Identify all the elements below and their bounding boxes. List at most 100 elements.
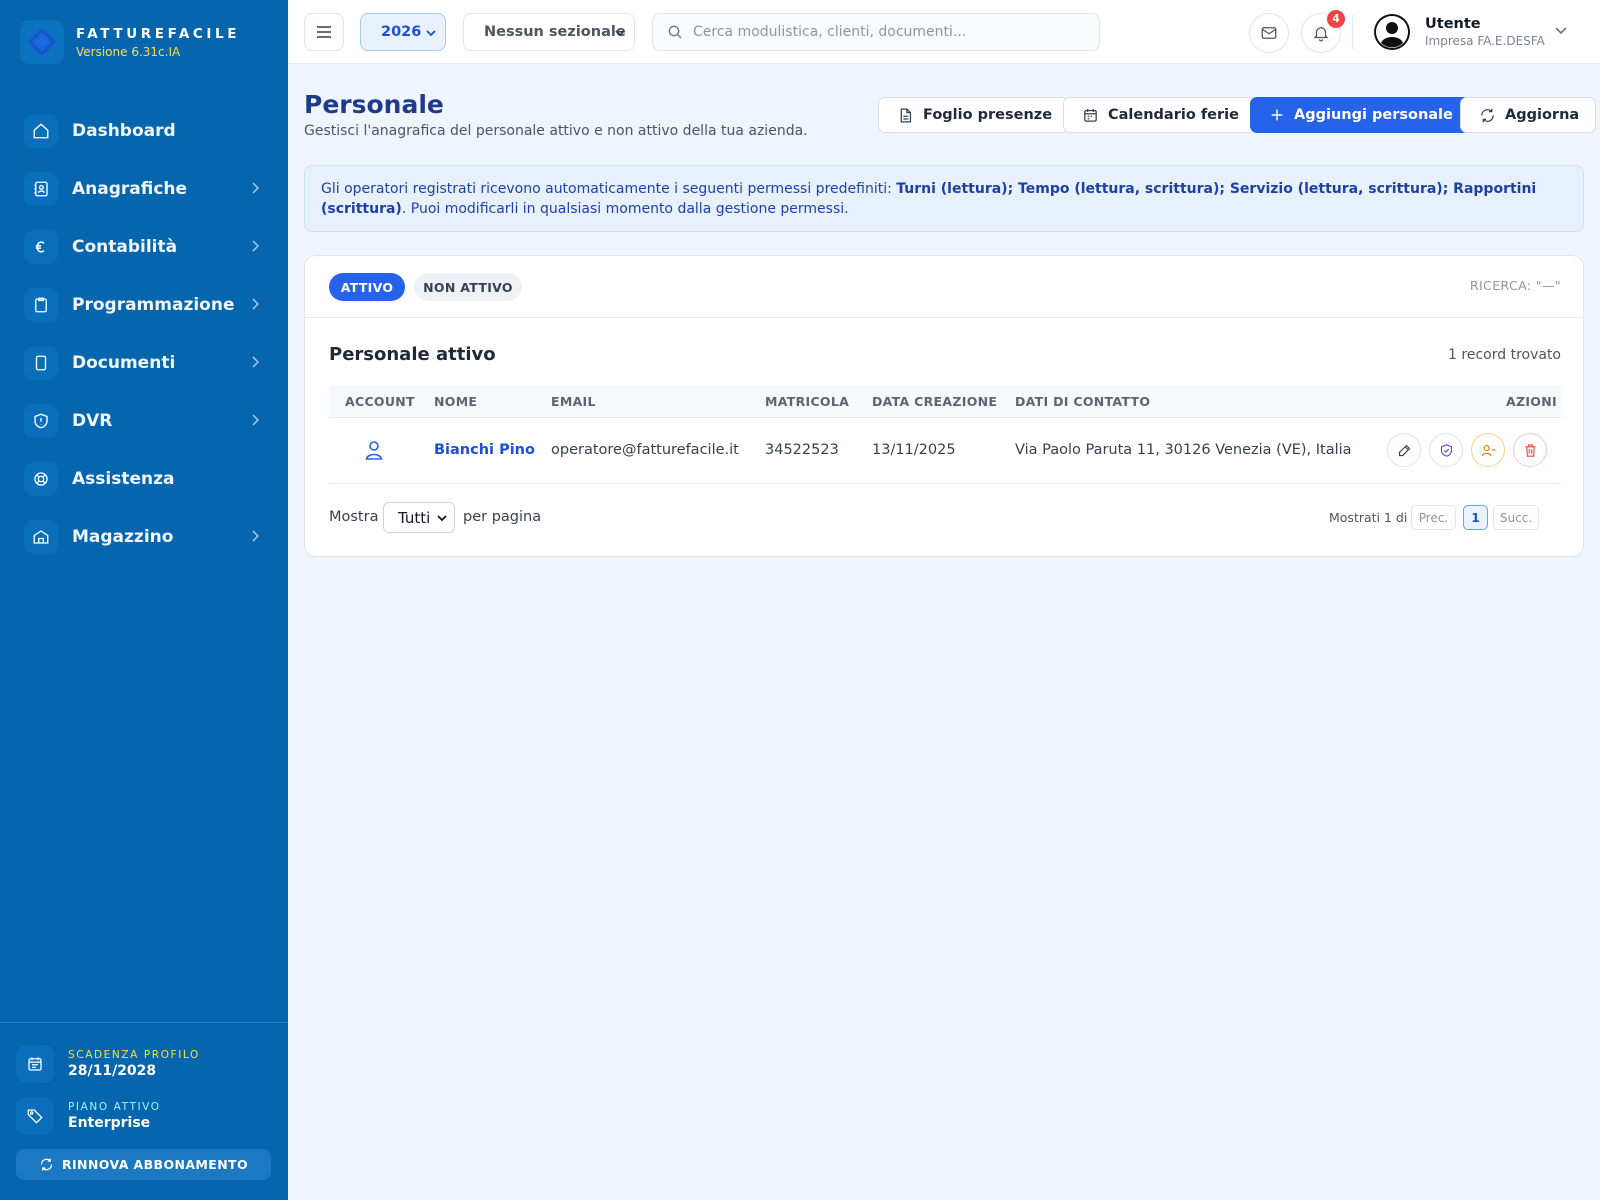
chevron-right-icon — [252, 414, 260, 426]
attendance-sheet-button[interactable]: Foglio presenze — [878, 97, 1070, 133]
permissions-info-banner: Gli operatori registrati ricevono automa… — [304, 165, 1584, 232]
menu-toggle-button[interactable] — [304, 13, 344, 51]
per-page-select[interactable]: Tutti — [383, 502, 455, 533]
topbar: 2026 Nessun sezionale 4 Utente Impresa F… — [288, 0, 1600, 64]
shield-alert-icon — [24, 404, 58, 438]
year-select[interactable]: 2026 — [360, 13, 446, 51]
personnel-name-link[interactable]: Bianchi Pino — [434, 442, 535, 458]
personnel-email: operatore@fatturefacile.it — [551, 442, 739, 458]
card-header: ATTIVO NON ATTIVO RICERCA: "—" — [305, 256, 1583, 318]
refresh-button[interactable]: Aggiorna — [1460, 97, 1597, 133]
table-header: ACCOUNT NOME EMAIL MATRICOLA DATA CREAZI… — [329, 385, 1561, 418]
user-company: Impresa FA.E.DESFA — [1425, 34, 1545, 48]
shield-check-icon — [1440, 443, 1452, 457]
search-input[interactable] — [693, 24, 1073, 40]
tag-icon — [16, 1097, 54, 1135]
prev-page-button[interactable]: Prec. — [1411, 505, 1456, 530]
record-count: 1 record trovato — [1448, 347, 1561, 363]
sidebar-item-label: Programmazione — [72, 295, 235, 315]
column-account: ACCOUNT — [345, 394, 415, 409]
user-account-icon[interactable] — [365, 440, 383, 460]
plan-value: Enterprise — [68, 1115, 151, 1131]
sidebar-item-label: Dashboard — [72, 121, 176, 141]
deactivate-user-button[interactable] — [1471, 433, 1505, 467]
sidebar-item-dashboard[interactable]: Dashboard — [24, 102, 264, 160]
tab-inactive[interactable]: NON ATTIVO — [414, 273, 522, 301]
chevron-down-icon — [426, 30, 436, 37]
renew-label: RINNOVA ABBONAMENTO — [61, 1157, 249, 1172]
search-icon — [668, 25, 682, 39]
bell-icon — [1313, 27, 1329, 42]
lifebuoy-icon — [24, 462, 58, 496]
calendar-icon — [1084, 108, 1097, 122]
personnel-card: ATTIVO NON ATTIVO RICERCA: "—" Personale… — [304, 255, 1584, 557]
chevron-right-icon — [252, 356, 260, 368]
sidebar-item-assistenza[interactable]: Assistenza — [24, 450, 264, 508]
column-dati-contatto: DATI DI CONTATTO — [1015, 394, 1151, 409]
avatar — [1373, 13, 1411, 51]
page-1-button[interactable]: 1 — [1463, 505, 1488, 530]
sidebar-item-documenti[interactable]: Documenti — [24, 334, 264, 392]
mail-icon — [1261, 27, 1277, 39]
user-avatar-icon — [1374, 14, 1410, 50]
column-nome: NOME — [434, 394, 478, 409]
delete-button[interactable] — [1513, 433, 1547, 467]
chevron-right-icon — [252, 298, 260, 310]
brand-version: Versione 6.31c.IA — [76, 44, 181, 59]
expiry-value: 28/11/2028 — [68, 1063, 157, 1079]
add-personnel-label: Aggiungi personale — [1294, 107, 1453, 123]
brand-logo-icon — [20, 20, 64, 64]
messages-button[interactable] — [1249, 13, 1289, 53]
next-page-button[interactable]: Succ. — [1493, 505, 1539, 530]
column-email: EMAIL — [551, 394, 596, 409]
notifications-button[interactable]: 4 — [1301, 10, 1345, 53]
year-value: 2026 — [381, 24, 422, 40]
plan-label: PIANO ATTIVO — [68, 1101, 161, 1113]
show-label: Mostra — [329, 509, 379, 525]
edit-button[interactable] — [1387, 433, 1421, 467]
sezionale-select[interactable]: Nessun sezionale — [463, 13, 635, 51]
sidebar-item-label: DVR — [72, 411, 113, 431]
calendar-icon — [16, 1045, 54, 1083]
clipboard-icon — [24, 288, 58, 322]
sidebar-item-dvr[interactable]: DVR — [24, 392, 264, 450]
brand-name: FATTUREFACILE — [76, 25, 241, 42]
sidebar-footer-divider — [0, 1022, 288, 1023]
refresh-icon — [40, 1158, 53, 1171]
sidebar-item-label: Anagrafiche — [72, 179, 188, 199]
sidebar-item-label: Contabilità — [72, 237, 178, 257]
holiday-calendar-button[interactable]: Calendario ferie — [1063, 97, 1256, 133]
active-plan: PIANO ATTIVO Enterprise — [16, 1097, 161, 1135]
brand[interactable]: FATTUREFACILE Versione 6.31c.IA — [20, 20, 240, 64]
warehouse-icon — [24, 520, 58, 554]
per-page-value: Tutti — [398, 508, 431, 527]
profile-expiry: SCADENZA PROFILO 28/11/2028 — [16, 1045, 200, 1083]
user-menu[interactable]: Utente Impresa FA.E.DESFA — [1373, 13, 1545, 51]
user-minus-icon — [1481, 444, 1495, 456]
personnel-contact: Via Paolo Paruta 11, 30126 Venezia (VE),… — [1015, 442, 1352, 458]
permissions-button[interactable] — [1429, 433, 1463, 467]
chevron-down-icon[interactable] — [1554, 26, 1568, 36]
sidebar-item-contabilita[interactable]: Contabilità — [24, 218, 264, 276]
topbar-divider — [1352, 15, 1353, 49]
global-search[interactable] — [652, 13, 1100, 51]
plus-icon — [1271, 109, 1283, 121]
column-data-creazione: DATA CREAZIONE — [872, 394, 998, 409]
tab-active[interactable]: ATTIVO — [329, 273, 405, 301]
notifications-badge: 4 — [1327, 10, 1345, 28]
expiry-label: SCADENZA PROFILO — [68, 1049, 200, 1061]
edit-icon — [1398, 444, 1410, 456]
sidebar-item-anagrafiche[interactable]: Anagrafiche — [24, 160, 264, 218]
hamburger-icon — [317, 26, 331, 38]
chevron-down-icon — [437, 515, 447, 522]
add-personnel-button[interactable]: Aggiungi personale — [1250, 97, 1470, 133]
personnel-matricola: 34522523 — [765, 442, 839, 458]
sidebar-item-magazzino[interactable]: Magazzino — [24, 508, 264, 566]
column-matricola: MATRICOLA — [765, 394, 850, 409]
home-icon — [24, 114, 58, 148]
renew-subscription-button[interactable]: RINNOVA ABBONAMENTO — [16, 1149, 271, 1180]
info-suffix: . Puoi modificarli in qualsiasi momento … — [401, 201, 849, 217]
sidebar-item-programmazione[interactable]: Programmazione — [24, 276, 264, 334]
column-azioni: AZIONI — [1506, 394, 1557, 409]
chevron-right-icon — [252, 530, 260, 542]
